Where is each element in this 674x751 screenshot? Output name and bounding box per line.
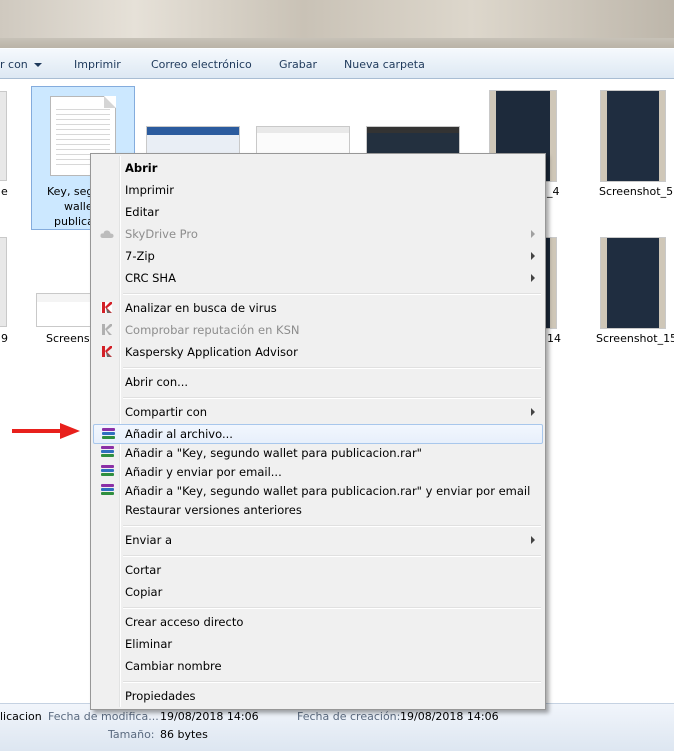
- file-label-screenshot-15: Screenshot_15: [596, 332, 674, 345]
- menu-item-add-to-archive[interactable]: Añadir al archivo...: [93, 424, 543, 444]
- selected-file-label: publica: [54, 215, 94, 228]
- menu-item-label: Analizar en busca de virus: [125, 301, 277, 315]
- menu-item-label: Añadir y enviar por email...: [125, 465, 282, 479]
- menu-item-label: Añadir a "Key, segundo wallet para publi…: [125, 446, 422, 460]
- menu-item-print[interactable]: Imprimir: [93, 180, 543, 200]
- menu-item-label: Cortar: [125, 563, 162, 577]
- menu-item-label: Comprobar reputación en KSN: [125, 323, 300, 337]
- modified-value: 19/08/2018 14:06: [160, 710, 259, 723]
- menu-item-open[interactable]: Abrir: [93, 158, 543, 178]
- menu-item-label: Restaurar versiones anteriores: [125, 503, 302, 517]
- menu-separator: [123, 367, 541, 369]
- kaspersky-k-icon: [102, 324, 112, 335]
- file-label-partial: _4: [547, 185, 560, 198]
- menu-item-delete[interactable]: Eliminar: [93, 634, 543, 654]
- menu-item-7zip[interactable]: 7-Zip: [93, 246, 543, 266]
- menu-separator: [123, 397, 541, 399]
- menu-item-label: Cambiar nombre: [125, 659, 222, 673]
- menu-item-skydrive-pro[interactable]: SkyDrive Pro: [93, 224, 543, 244]
- menu-item-add-rar-and-email[interactable]: Añadir a "Key, segundo wallet para publi…: [93, 481, 543, 501]
- kaspersky-k-icon: [101, 302, 112, 313]
- menu-item-label: Añadir a "Key, segundo wallet para publi…: [125, 484, 531, 498]
- print-button[interactable]: Imprimir: [74, 58, 121, 71]
- menu-item-label: 7-Zip: [125, 249, 155, 263]
- file-label-partial: e: [1, 185, 8, 198]
- kaspersky-k-icon: [102, 346, 112, 357]
- menu-separator: [123, 681, 541, 683]
- menu-item-cut[interactable]: Cortar: [93, 560, 543, 580]
- menu-item-label: Copiar: [125, 585, 163, 599]
- menu-separator: [123, 293, 541, 295]
- open-with-label: r con: [0, 58, 28, 71]
- menu-item-send-to[interactable]: Enviar a: [93, 530, 543, 550]
- screenshot-thumbnail[interactable]: [601, 91, 665, 181]
- command-toolbar: r con Imprimir Correo electrónico Grabar…: [0, 48, 674, 79]
- submenu-arrow-icon: [531, 230, 535, 238]
- menu-item-label: Enviar a: [125, 533, 173, 547]
- menu-item-copy[interactable]: Copiar: [93, 582, 543, 602]
- burn-button[interactable]: Grabar: [279, 58, 317, 71]
- menu-item-scan-virus[interactable]: Analizar en busca de virus: [93, 298, 543, 318]
- screenshot-thumbnail[interactable]: [37, 294, 97, 326]
- selected-file-label: Key, seg: [47, 185, 94, 198]
- size-value: 86 bytes: [160, 728, 208, 741]
- menu-item-create-shortcut[interactable]: Crear acceso directo: [93, 612, 543, 632]
- red-arrow-icon: [12, 423, 80, 439]
- menu-separator: [123, 555, 541, 557]
- menu-item-add-and-email[interactable]: Añadir y enviar por email...: [93, 462, 543, 482]
- menu-item-label: Kaspersky Application Advisor: [125, 345, 298, 359]
- menu-item-open-with[interactable]: Abrir con...: [93, 372, 543, 392]
- file-thumbnail-partial[interactable]: [0, 238, 6, 326]
- created-label: Fecha de creación:: [297, 710, 401, 723]
- file-label-partial: Screensh: [46, 332, 97, 345]
- file-label-screenshot-5: Screenshot_5: [599, 185, 674, 198]
- screenshot-thumbnail[interactable]: [601, 238, 665, 328]
- file-label-partial: 9: [1, 332, 8, 345]
- menu-item-rename[interactable]: Cambiar nombre: [93, 656, 543, 676]
- window-background-top: [0, 0, 674, 48]
- file-name-partial: licacion: [0, 710, 42, 723]
- file-label-partial: 14: [547, 332, 561, 345]
- menu-item-check-reputation[interactable]: Comprobar reputación en KSN: [93, 320, 543, 340]
- email-button[interactable]: Correo electrónico: [151, 58, 252, 71]
- submenu-arrow-icon: [531, 536, 535, 544]
- menu-item-crc-sha[interactable]: CRC SHA: [93, 268, 543, 288]
- menu-item-add-to-rar[interactable]: Añadir a "Key, segundo wallet para publi…: [93, 443, 543, 463]
- menu-item-label: Abrir con...: [125, 375, 189, 389]
- menu-item-label: Compartir con: [125, 405, 208, 419]
- dropdown-arrow-icon: [34, 63, 43, 67]
- menu-item-label: Añadir al archivo...: [125, 427, 233, 441]
- created-value: 19/08/2018 14:06: [400, 710, 499, 723]
- menu-item-label: Eliminar: [125, 637, 173, 651]
- details-pane: licacion Fecha de modifica... 19/08/2018…: [0, 703, 674, 751]
- open-with-button[interactable]: r con: [0, 58, 43, 71]
- menu-item-label: Abrir: [125, 161, 158, 175]
- winrar-books-icon: [101, 446, 114, 460]
- submenu-arrow-icon: [531, 408, 535, 416]
- menu-item-label: Crear acceso directo: [125, 615, 244, 629]
- size-label: Tamaño:: [108, 728, 155, 741]
- submenu-arrow-icon: [531, 252, 535, 260]
- winrar-books-icon: [101, 484, 114, 498]
- new-folder-button[interactable]: Nueva carpeta: [344, 58, 425, 71]
- menu-item-kaspersky-advisor[interactable]: Kaspersky Application Advisor: [93, 342, 543, 362]
- menu-separator: [123, 525, 541, 527]
- menu-item-restore-versions[interactable]: Restaurar versiones anteriores: [93, 500, 543, 520]
- context-menu: Abrir Imprimir Editar SkyDrive Pro 7-Zip…: [90, 153, 546, 710]
- menu-item-label: Propiedades: [125, 689, 196, 703]
- menu-item-edit[interactable]: Editar: [93, 202, 543, 222]
- menu-item-label: CRC SHA: [125, 271, 176, 285]
- menu-item-label: SkyDrive Pro: [125, 227, 198, 241]
- menu-item-share-with[interactable]: Compartir con: [93, 402, 543, 422]
- winrar-books-icon: [101, 465, 114, 479]
- menu-separator: [123, 607, 541, 609]
- winrar-books-icon: [102, 428, 115, 442]
- menu-item-label: Imprimir: [125, 183, 174, 197]
- submenu-arrow-icon: [531, 274, 535, 282]
- modified-label: Fecha de modifica...: [48, 710, 159, 723]
- menu-item-label: Editar: [125, 205, 160, 219]
- cloud-icon: [100, 230, 114, 238]
- file-thumbnail-partial[interactable]: [0, 92, 6, 180]
- menu-item-properties[interactable]: Propiedades: [93, 686, 543, 706]
